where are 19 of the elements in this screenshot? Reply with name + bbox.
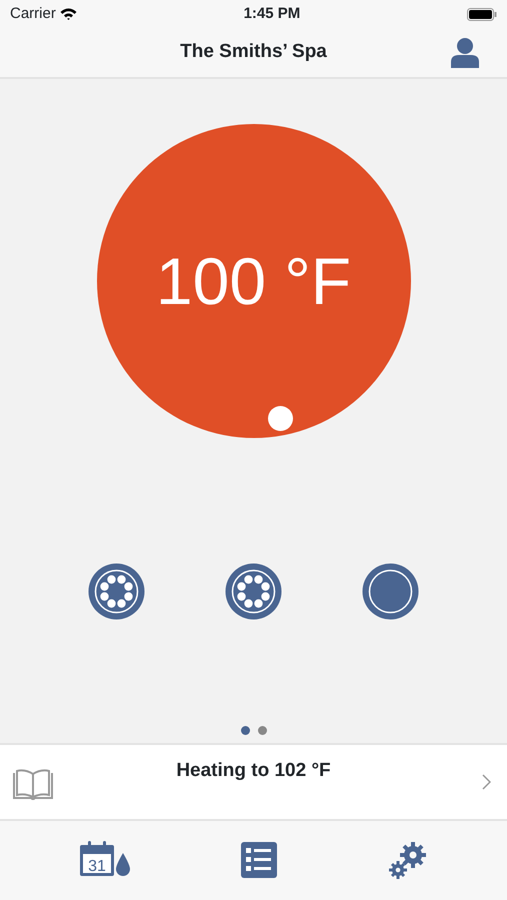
page-dot[interactable] <box>240 726 250 735</box>
book-icon[interactable] <box>12 769 54 801</box>
carrier-label: Carrier <box>10 4 56 24</box>
dial-handle[interactable] <box>268 406 292 431</box>
list-icon[interactable] <box>241 842 278 878</box>
settings-icon[interactable] <box>388 840 428 880</box>
wifi-icon <box>60 8 77 20</box>
chevron-right-icon[interactable] <box>482 774 491 790</box>
temperature-dial[interactable]: 100 °F <box>96 124 410 438</box>
page-dot[interactable] <box>258 726 266 735</box>
jet-button[interactable] <box>88 563 145 620</box>
temperature-reading: 100 °F <box>156 242 352 320</box>
jet-button[interactable] <box>225 563 282 620</box>
nav-title: The Smiths’ Spa <box>180 40 327 64</box>
battery-icon <box>466 8 497 20</box>
jet-button[interactable] <box>362 563 419 620</box>
user-icon[interactable] <box>451 38 479 68</box>
heating-status: Heating to 102 °F <box>176 759 331 783</box>
clock-time: 1:45 PM <box>244 4 300 24</box>
